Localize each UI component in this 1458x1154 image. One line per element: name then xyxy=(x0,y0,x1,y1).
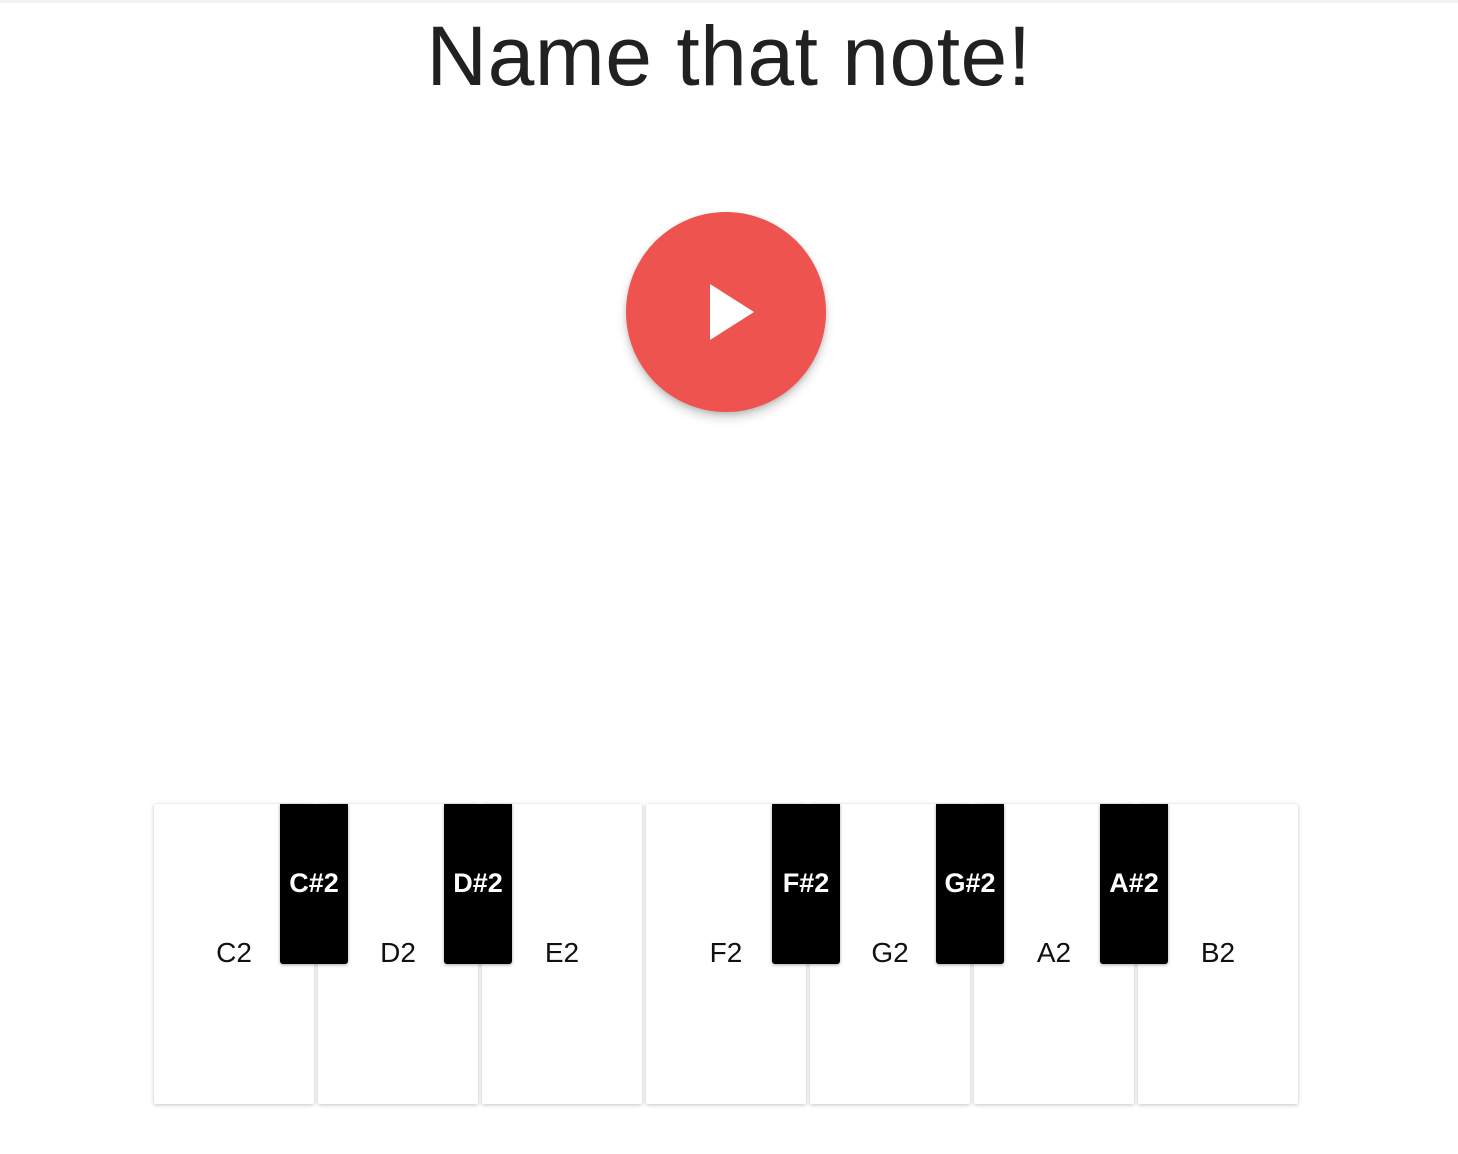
piano-key-c-sharp-2[interactable]: C#2 xyxy=(280,804,348,964)
key-label: A#2 xyxy=(1109,868,1159,898)
key-label: D#2 xyxy=(453,868,503,898)
piano-key-f-sharp-2[interactable]: F#2 xyxy=(772,804,840,964)
play-button[interactable] xyxy=(626,212,826,412)
piano-key-d-sharp-2[interactable]: D#2 xyxy=(444,804,512,964)
piano-keyboard: C2 D2 E2 F2 G2 A2 B2 C#2 D#2 F#2 G#2 A#2 xyxy=(154,804,1298,1104)
key-label: C#2 xyxy=(289,868,339,898)
key-label: G#2 xyxy=(944,868,996,898)
play-icon xyxy=(710,284,754,340)
page-title: Name that note! xyxy=(426,9,1032,103)
top-divider xyxy=(0,0,1458,3)
key-label: F#2 xyxy=(782,868,830,898)
piano-key-a-sharp-2[interactable]: A#2 xyxy=(1100,804,1168,964)
piano-key-g-sharp-2[interactable]: G#2 xyxy=(936,804,1004,964)
